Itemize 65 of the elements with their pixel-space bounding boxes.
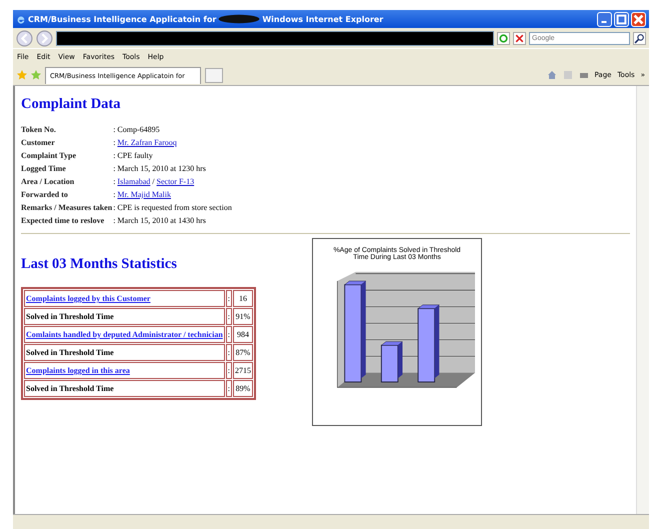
field-value: Comp-64895: [117, 125, 160, 134]
star-icon[interactable]: [17, 70, 27, 80]
section-heading: Complaint Data: [21, 96, 122, 113]
statistic-value: 89%: [236, 384, 250, 393]
field-label: Token No.: [21, 125, 57, 134]
forward-button[interactable]: [36, 30, 53, 46]
home-icon[interactable]: [546, 70, 556, 80]
field-value: March 15, 2010 at 1430 hrs: [117, 216, 206, 225]
close-icon: [632, 12, 645, 26]
field-label: Area / Location: [21, 177, 76, 186]
section-heading: Last 03 Months Statistics: [21, 256, 178, 273]
field-label: Forwarded to: [21, 190, 69, 199]
field-label: Remarks / Measures taken: [21, 203, 112, 212]
browser-logo-icon: [16, 14, 26, 24]
statistic-label: Solved in Threshold Time: [26, 312, 114, 321]
maximize-button[interactable]: [614, 12, 629, 26]
back-button[interactable]: [16, 30, 33, 46]
value-link[interactable]: Sector F-13: [156, 177, 194, 186]
colon: :: [228, 348, 230, 357]
colon: :: [228, 294, 230, 303]
colon: :: [113, 138, 116, 147]
statistic-value: 87%: [236, 348, 250, 357]
field-value: CPE is requested from store section: [117, 203, 232, 212]
add-favorite-icon[interactable]: [31, 70, 41, 80]
value-link[interactable]: Mr. Zafran Farooq: [117, 138, 177, 147]
vertical-scrollbar[interactable]: [636, 86, 649, 514]
colon: :: [113, 190, 116, 199]
address-bar[interactable]: [56, 30, 494, 46]
chart-bar: [380, 341, 403, 382]
colon: :: [228, 312, 230, 321]
search-button[interactable]: [633, 32, 646, 44]
statistic-value: 984: [237, 330, 250, 339]
colon: :: [113, 164, 116, 173]
colon: :: [113, 151, 116, 160]
field-value: CPE faulty: [117, 151, 153, 160]
colon: :: [113, 177, 116, 186]
window-title: Windows Internet Explorer: [262, 14, 384, 24]
minimize-icon: [601, 20, 607, 22]
close-button[interactable]: [631, 12, 646, 26]
value-link[interactable]: Mr. Majid Malik: [117, 190, 171, 199]
field-label: Logged Time: [21, 164, 67, 173]
field-value: /: [152, 177, 155, 186]
window-title: CRM/Business Intelligence Applicatoin for: [28, 14, 216, 24]
field-label: Expected time to reslove: [21, 216, 106, 225]
minimize-button[interactable]: [597, 12, 612, 26]
new-tab-button[interactable]: [205, 68, 223, 82]
colon: :: [113, 216, 116, 225]
colon: :: [228, 384, 230, 393]
statistic-value: 16: [239, 294, 248, 303]
colon: :: [228, 366, 230, 375]
statistic-value: 2715: [235, 366, 252, 375]
stop-button[interactable]: [513, 32, 526, 44]
refresh-button[interactable]: [497, 32, 510, 44]
field-label: Complaint Type: [21, 151, 78, 160]
colon: :: [113, 125, 116, 134]
field-label: Customer: [21, 138, 56, 147]
statistic-label: Solved in Threshold Time: [26, 348, 114, 357]
value-link[interactable]: Islamabad: [117, 177, 150, 186]
statistic-label: Solved in Threshold Time: [26, 384, 114, 393]
statistic-value: 91%: [236, 312, 250, 321]
colon: :: [113, 203, 116, 212]
field-value: March 15, 2010 at 1230 hrs: [117, 164, 206, 173]
redaction-scribble: [218, 13, 260, 25]
maximize-icon: [615, 12, 628, 26]
colon: :: [228, 330, 230, 339]
